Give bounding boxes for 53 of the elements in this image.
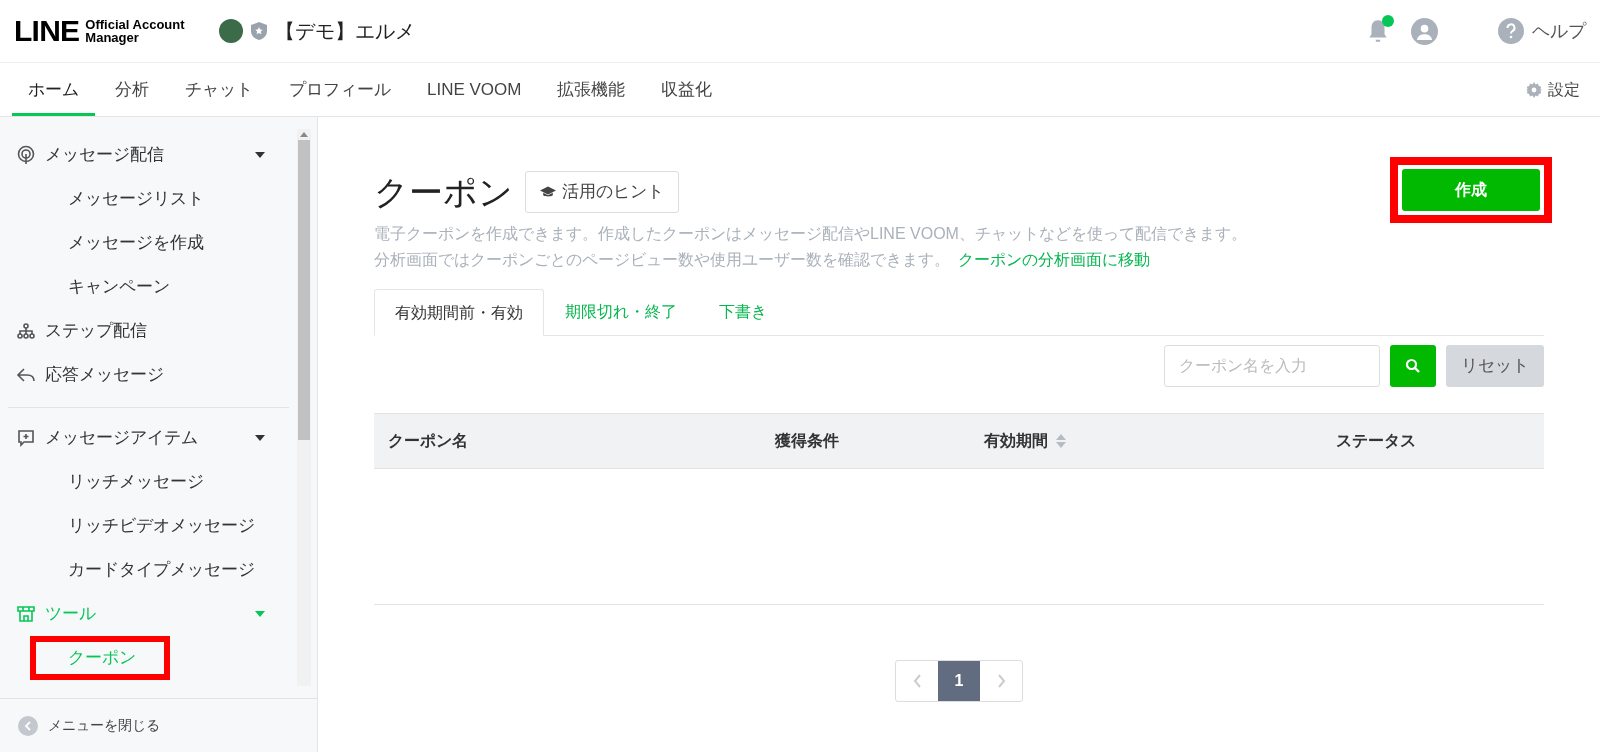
nav-tab[interactable]: 分析 — [99, 63, 165, 116]
logo-subtitle: Manager — [85, 31, 140, 44]
settings-button[interactable]: 設定 — [1526, 63, 1588, 116]
sidebar-subitem[interactable]: リッチビデオメッセージ — [30, 504, 289, 548]
page-number-button[interactable]: 1 — [938, 661, 980, 701]
message-plus-icon — [16, 428, 36, 448]
nav-tab[interactable]: 収益化 — [645, 63, 729, 116]
logo-wordmark: LINE — [14, 16, 80, 46]
search-field[interactable]: クーポン名を入力 — [1164, 345, 1380, 387]
profile-avatar-button[interactable] — [1411, 17, 1438, 45]
help-icon — [1498, 18, 1524, 44]
sidebar-item[interactable]: ステップ配信 — [8, 309, 289, 353]
sidebar-subitem[interactable]: カードタイプメッセージ — [30, 548, 289, 592]
column-header: 獲得条件 — [775, 431, 839, 451]
account-avatar — [218, 19, 243, 43]
help-button[interactable]: ヘルプ — [1498, 17, 1586, 45]
sidebar-subitem[interactable]: メッセージを作成 — [30, 221, 238, 265]
search-button[interactable] — [1390, 345, 1436, 387]
nav-tab[interactable]: LINE VOOM — [411, 63, 538, 116]
page-title: クーポン — [374, 175, 513, 209]
description-text: 電子クーポンを作成できます。作成したクーポンはメッセージ配信やLINE VOOM、チャットなどを使って配信できます。 — [374, 224, 1248, 244]
sidebar-item[interactable]: メッセージアイテム — [8, 416, 289, 460]
sidebar-item[interactable]: メッセージ配信 — [8, 133, 289, 177]
filter-tab[interactable]: 有効期間前・有効 — [374, 289, 544, 336]
chevron-left-icon — [18, 715, 38, 736]
chevron-left-icon — [912, 674, 922, 688]
reset-button[interactable]: リセット — [1446, 345, 1544, 387]
column-header: ステータス — [1336, 431, 1416, 451]
hint-button[interactable]: 活用のヒント — [525, 171, 679, 213]
account-name: 【デモ】エルメ — [274, 19, 415, 44]
column-header: 有効期間 — [984, 431, 1048, 451]
sidebar-subitem[interactable]: メッセージリスト — [30, 177, 238, 221]
nav-tab[interactable]: チャット — [169, 63, 269, 116]
logo-subtitle: Official Account — [85, 18, 185, 31]
sidebar-item[interactable]: 応答メッセージ — [8, 353, 289, 397]
broadcast-icon — [16, 145, 36, 165]
close-menu-button[interactable]: メニューを閉じる — [0, 698, 317, 752]
graduation-cap-icon — [540, 185, 556, 199]
sidebar-subitem[interactable]: リッチメッセージ — [30, 460, 238, 504]
search-icon — [1405, 358, 1421, 374]
sort-icon[interactable] — [1056, 434, 1066, 448]
scroll-up-arrow-icon[interactable] — [300, 132, 308, 137]
shop-icon — [16, 604, 36, 624]
chevron-right-icon — [996, 674, 1006, 688]
description-text: 分析画面ではクーポンごとのページビュー数や使用ユーザー数を確認できます。 — [374, 251, 950, 268]
gear-icon — [1526, 81, 1542, 98]
nav-tab[interactable]: 拡張機能 — [541, 63, 642, 116]
scrollbar-thumb[interactable] — [298, 140, 310, 440]
shield-star-icon — [250, 22, 267, 40]
column-header: クーポン名 — [388, 431, 468, 451]
sidebar-subitem[interactable]: キャンペーン — [30, 265, 204, 309]
nav-tab[interactable]: プロフィール — [273, 63, 407, 116]
hierarchy-icon — [16, 321, 36, 341]
